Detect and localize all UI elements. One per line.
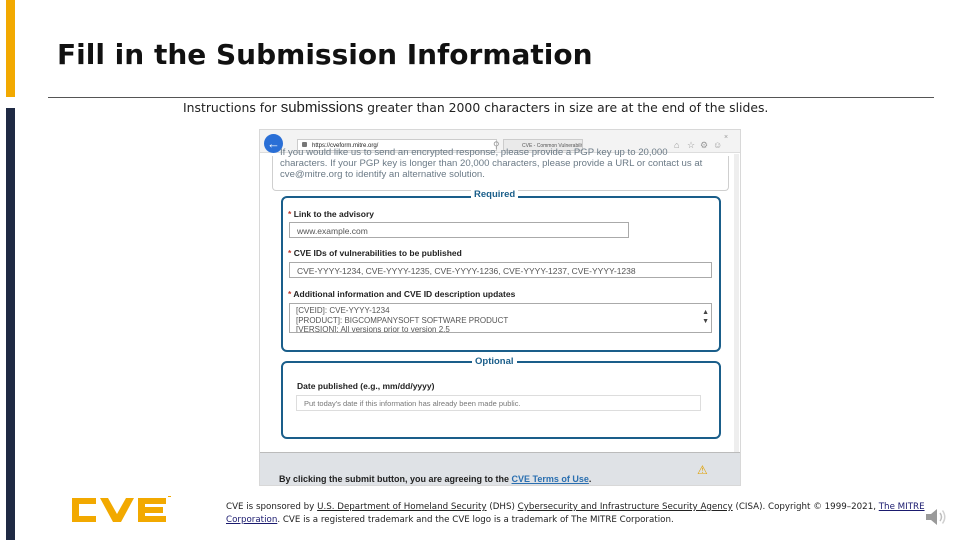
pgp-instructions: If you would like us to send an encrypte…	[280, 147, 703, 180]
copyright-text-2: (DHS)	[486, 502, 518, 512]
instructions-suffix: greater than 2000 characters in size are…	[363, 100, 769, 115]
advisory-link-input[interactable]: www.example.com	[289, 222, 629, 238]
advisory-label: * Link to the advisory	[288, 209, 374, 219]
terms-of-use-link[interactable]: CVE Terms of Use	[512, 474, 589, 484]
cve-ids-label-text: CVE IDs of vulnerabilities to be publish…	[293, 248, 462, 258]
accent-bar-yellow	[6, 0, 15, 97]
additional-info-label: * Additional information and CVE ID desc…	[288, 289, 515, 299]
warning-icon: ⚠	[697, 463, 708, 477]
copyright-text-3: (CISA). Copyright © 1999–2021,	[732, 502, 879, 512]
terms-notice-prefix: By clicking the submit button, you are a…	[279, 474, 512, 484]
date-published-label: Date published (e.g., mm/dd/yyyy)	[297, 381, 435, 391]
required-legend: Required	[471, 189, 519, 200]
additional-info-textarea[interactable]: [CVEID]: CVE-YYYY-1234 [PRODUCT]: BIGCOM…	[289, 303, 712, 333]
title-divider	[48, 97, 934, 98]
cve-ids-input[interactable]: CVE-YYYY-1234, CVE-YYYY-1235, CVE-YYYY-1…	[289, 262, 712, 278]
instructions-prefix: Instructions for	[183, 100, 281, 115]
accent-bar-navy	[6, 108, 15, 540]
cisa-link[interactable]: Cybersecurity and Infrastructure Securit…	[518, 502, 733, 512]
copyright-text-4: . CVE is a registered trademark and the …	[277, 514, 674, 525]
additional-info-value: [CVEID]: CVE-YYYY-1234 [PRODUCT]: BIGCOM…	[296, 306, 509, 333]
page-scrollbar[interactable]	[734, 154, 739, 464]
advisory-label-text: Link to the advisory	[293, 209, 374, 219]
slide-title: Fill in the Submission Information	[57, 38, 593, 71]
speaker-icon[interactable]	[923, 504, 949, 530]
terms-notice: By clicking the submit button, you are a…	[279, 474, 591, 484]
dhs-link[interactable]: U.S. Department of Homeland Security	[317, 502, 486, 512]
required-star: *	[288, 209, 292, 219]
optional-legend: Optional	[472, 356, 517, 367]
terms-notice-suffix: .	[588, 474, 592, 484]
instructions-keyword: submissions	[280, 99, 364, 116]
required-star: *	[288, 248, 292, 258]
copyright-text-1: CVE is sponsored by	[226, 502, 318, 512]
instructions-text: Instructions for submissions greater tha…	[183, 99, 768, 116]
required-star: *	[288, 289, 292, 299]
cve-logo	[72, 496, 171, 522]
cve-ids-label: * CVE IDs of vulnerabilities to be publi…	[288, 248, 462, 258]
additional-info-label-text: Additional information and CVE ID descri…	[293, 289, 516, 299]
copyright-footer: CVE is sponsored by U.S. Department of H…	[226, 501, 936, 526]
date-published-input[interactable]: Put today's date if this information has…	[296, 395, 701, 411]
close-window-icon[interactable]: ×	[724, 133, 728, 143]
textarea-scroll-arrows-icon[interactable]: ▲ ▼	[702, 308, 709, 326]
form-screenshot: ← https://cveform.mitre.org/ CVE - Commo…	[259, 129, 741, 486]
